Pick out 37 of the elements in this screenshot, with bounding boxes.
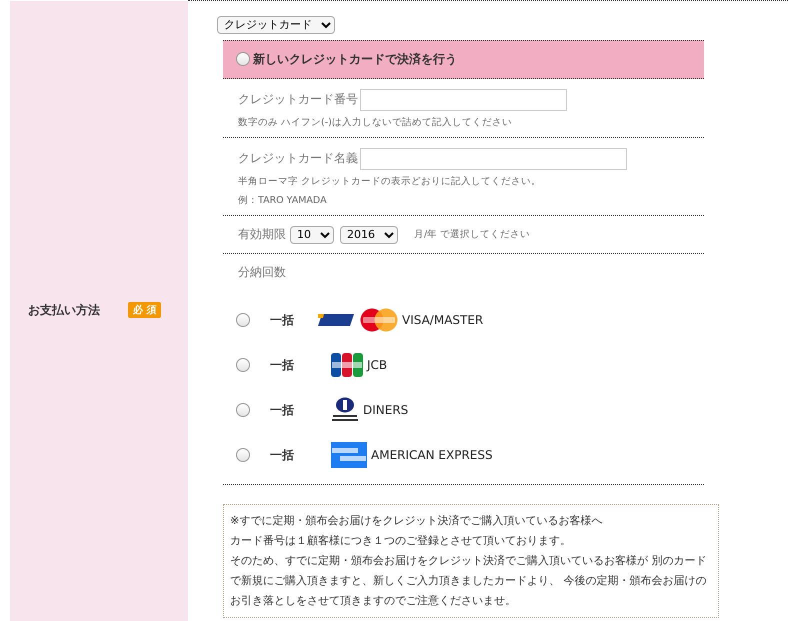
payment-option-label: 一括 — [270, 312, 295, 328]
radio-button[interactable] — [236, 403, 250, 417]
field-label: 有効期限 — [238, 226, 286, 243]
radio-button[interactable] — [236, 313, 250, 327]
field-hint: 数字のみ ハイフン(-)は入力しないで詰めて記入してください — [238, 116, 513, 128]
card-brand-icon — [331, 397, 359, 423]
section-label: 分納回数 — [238, 264, 287, 280]
radio-button[interactable] — [236, 52, 250, 66]
card-brand-icon — [360, 308, 398, 332]
field-label: クレジットカード番号 — [238, 91, 358, 108]
notice-text: そのため、すでに定期・頒布会お届けをクレジット決済でご購入頂いているお客様が 別のカードで新規にご購入頂きますと、新しくご入力頂きましたカードより、 今後の定期・頒布会お届けのお引き落としをさせて頂きますのでご注意くださいませ。 — [230, 552, 708, 608]
card-brand-icon — [331, 353, 363, 377]
payment-method-select[interactable]: クレジットカード — [217, 16, 335, 34]
card-brand-name: VISA/MASTER — [402, 313, 484, 327]
new-card-label: 新しいクレジットカードで決済を行う — [253, 50, 457, 68]
month-select[interactable]: 10 — [290, 226, 334, 244]
field-hint: 半角ローマ字 クレジットカードの表示どおりに記入してください。 — [238, 174, 542, 188]
payment-option-label: 一括 — [270, 446, 295, 464]
example-text: 例：TARO YAMADA — [238, 194, 328, 206]
field-label: クレジットカード名義 — [238, 150, 358, 167]
card-brand-name: DINERS — [363, 403, 408, 417]
card-name-field[interactable] — [360, 148, 627, 170]
notice-text: カード番号は１顧客様につき１つのご登録とさせて頂いております。 — [230, 532, 572, 548]
radio-button[interactable] — [236, 358, 250, 372]
card-brand-name: JCB — [367, 358, 388, 372]
card-brand-name: AMERICAN EXPRESS — [371, 448, 493, 462]
card-brand-icon — [331, 442, 367, 468]
payment-option-label: 一括 — [270, 356, 295, 374]
field-hint: 月/年 で選択してください — [414, 228, 530, 241]
card-brand-icon — [318, 313, 356, 327]
notice-text: ※すでに定期・頒布会お届けをクレジット決済でご購入頂いているお客様へ — [230, 512, 604, 528]
card-number-field[interactable] — [360, 88, 567, 110]
payment-option-label: 一括 — [270, 402, 295, 418]
radio-button[interactable] — [236, 448, 250, 462]
row-label: お支払い方法 — [28, 302, 100, 318]
year-select[interactable]: 2016 — [340, 226, 398, 244]
required-badge: 必 須 — [128, 302, 162, 318]
